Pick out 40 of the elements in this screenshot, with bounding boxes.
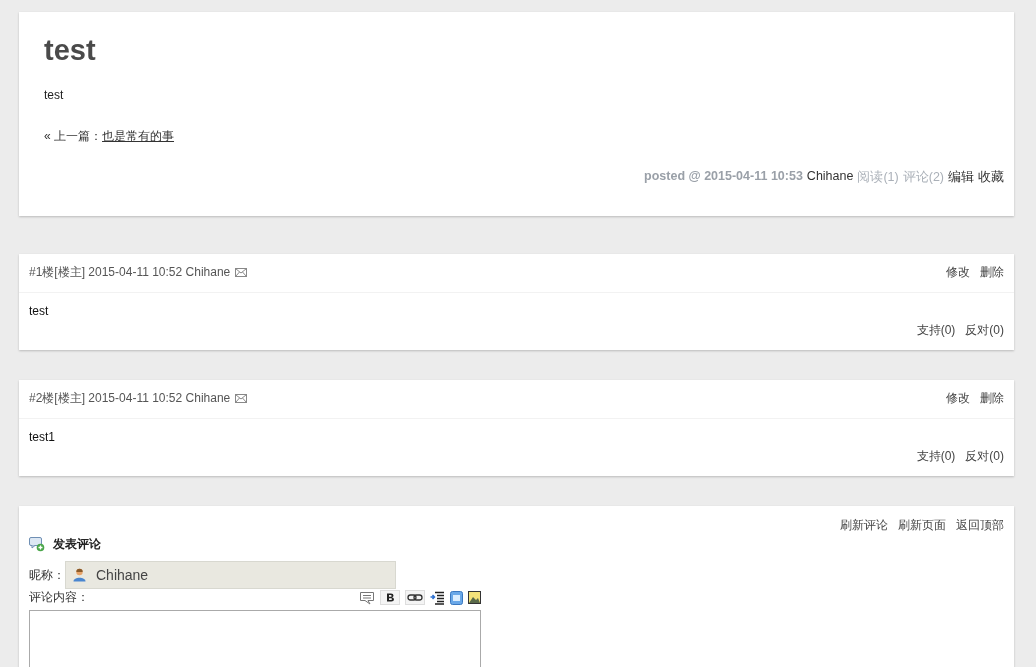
- edit-link[interactable]: 编辑: [948, 169, 974, 186]
- posted-date: posted @ 2015-04-11 10:53: [644, 169, 803, 185]
- nickname-label: 昵称：: [29, 566, 65, 584]
- author-link[interactable]: Chihane: [806, 169, 854, 186]
- user-icon: [73, 568, 86, 582]
- comment-action-link[interactable]: 删除: [980, 264, 1004, 281]
- mail-icon[interactable]: [235, 268, 248, 277]
- form-title: 发表评论: [53, 536, 101, 553]
- comment-body: test: [28, 303, 50, 318]
- favorite-link[interactable]: 收藏: [978, 169, 1004, 186]
- comment-body: test1: [28, 429, 56, 444]
- comment-textarea[interactable]: [29, 610, 481, 667]
- post-body: test: [44, 88, 65, 102]
- comment-count: 评论(2): [902, 169, 944, 186]
- comment-action-link[interactable]: 删除: [980, 390, 1004, 407]
- bold-icon[interactable]: [380, 590, 400, 605]
- image-icon[interactable]: [468, 591, 481, 604]
- prev-post-label: « 上一篇：: [44, 129, 102, 143]
- comment-action-link[interactable]: 修改: [946, 264, 970, 281]
- form-nav-link[interactable]: 返回顶部: [956, 517, 1004, 534]
- link-icon[interactable]: [405, 590, 425, 605]
- form-nav-link[interactable]: 刷新评论: [840, 517, 888, 534]
- document-icon[interactable]: [450, 590, 463, 605]
- prev-post-link[interactable]: 也是常有的事: [102, 129, 174, 143]
- mail-icon[interactable]: [235, 394, 248, 403]
- post-title: test: [44, 34, 97, 66]
- indent-icon[interactable]: [430, 590, 445, 605]
- nickname-field[interactable]: Chihane: [65, 561, 396, 589]
- vote-link[interactable]: 支持(0): [916, 322, 956, 339]
- comment-header: #1楼[楼主] 2015-04-11 10:52 Chihane: [29, 264, 231, 281]
- speech-bubble-icon[interactable]: [359, 590, 375, 605]
- comment-action-link[interactable]: 修改: [946, 390, 970, 407]
- vote-link[interactable]: 反对(0): [965, 448, 1004, 465]
- vote-link[interactable]: 反对(0): [965, 322, 1004, 339]
- form-nav-link[interactable]: 刷新页面: [898, 517, 946, 534]
- vote-link[interactable]: 支持(0): [916, 448, 956, 465]
- content-label: 评论内容：: [29, 589, 89, 606]
- comment-add-icon: [29, 537, 45, 552]
- read-count: 阅读(1): [857, 169, 899, 186]
- comment-header: #2楼[楼主] 2015-04-11 10:52 Chihane: [29, 390, 231, 407]
